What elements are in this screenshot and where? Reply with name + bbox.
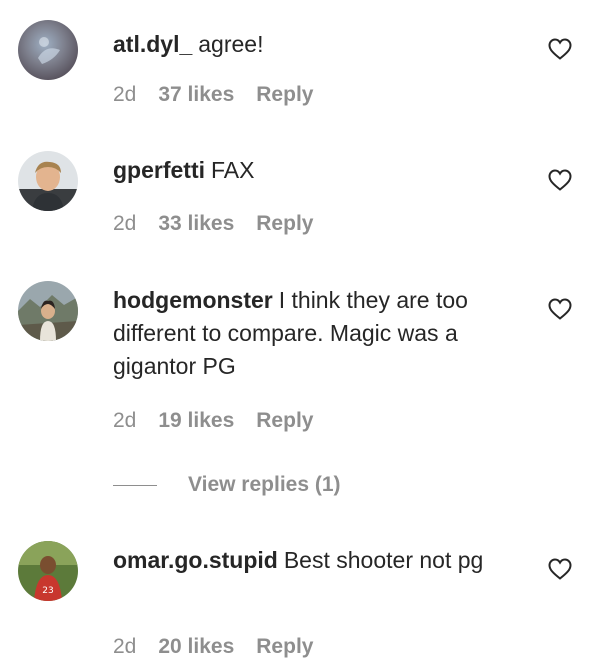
reply-button[interactable]: Reply xyxy=(256,83,313,106)
comment-username[interactable]: hodgemonster xyxy=(113,287,273,313)
comment-body: FAX xyxy=(211,157,255,183)
comment-meta: 2d 19 likes Reply xyxy=(113,409,313,433)
reply-button[interactable]: Reply xyxy=(256,212,313,235)
comment-timestamp[interactable]: 2d xyxy=(113,635,136,658)
comment-body: agree! xyxy=(198,31,264,57)
comment-body: Best shooter not pg xyxy=(283,547,484,573)
avatar[interactable] xyxy=(18,281,78,341)
comment-username[interactable]: atl.dyl_ xyxy=(113,31,192,57)
comment-timestamp[interactable]: 2d xyxy=(113,409,136,432)
comment-timestamp[interactable]: 2d xyxy=(113,83,136,106)
comment-likes-count[interactable]: 20 likes xyxy=(158,635,234,658)
view-replies-label: View replies (1) xyxy=(188,473,341,496)
heart-icon[interactable] xyxy=(548,169,572,191)
comment-username[interactable]: gperfetti xyxy=(113,157,205,183)
avatar[interactable] xyxy=(18,20,78,80)
comment-meta: 2d 33 likes Reply xyxy=(113,212,313,236)
avatar[interactable]: 23 xyxy=(18,541,78,601)
comment-likes-count[interactable]: 19 likes xyxy=(158,409,234,432)
comment-text: omar.go.stupid Best shooter not pg xyxy=(113,544,533,577)
divider xyxy=(113,484,157,486)
heart-icon[interactable] xyxy=(548,298,572,320)
reply-button[interactable]: Reply xyxy=(256,409,313,432)
reply-button[interactable]: Reply xyxy=(256,635,313,658)
comment-meta: 2d 20 likes Reply xyxy=(113,635,313,659)
svg-text:23: 23 xyxy=(42,586,53,596)
comment-username[interactable]: omar.go.stupid xyxy=(113,547,278,573)
comment-text: hodgemonster I think they are too differe… xyxy=(113,284,533,383)
heart-icon[interactable] xyxy=(548,38,572,60)
heart-icon[interactable] xyxy=(548,558,572,580)
comment-likes-count[interactable]: 37 likes xyxy=(158,83,234,106)
comment-meta: 2d 37 likes Reply xyxy=(113,83,313,107)
comment-text: atl.dyl_ agree! xyxy=(113,28,533,61)
comment-timestamp[interactable]: 2d xyxy=(113,212,136,235)
comment-text: gperfetti FAX xyxy=(113,154,533,187)
comment-likes-count[interactable]: 33 likes xyxy=(158,212,234,235)
avatar[interactable] xyxy=(18,151,78,211)
view-replies-button[interactable]: View replies (1) xyxy=(113,471,341,499)
